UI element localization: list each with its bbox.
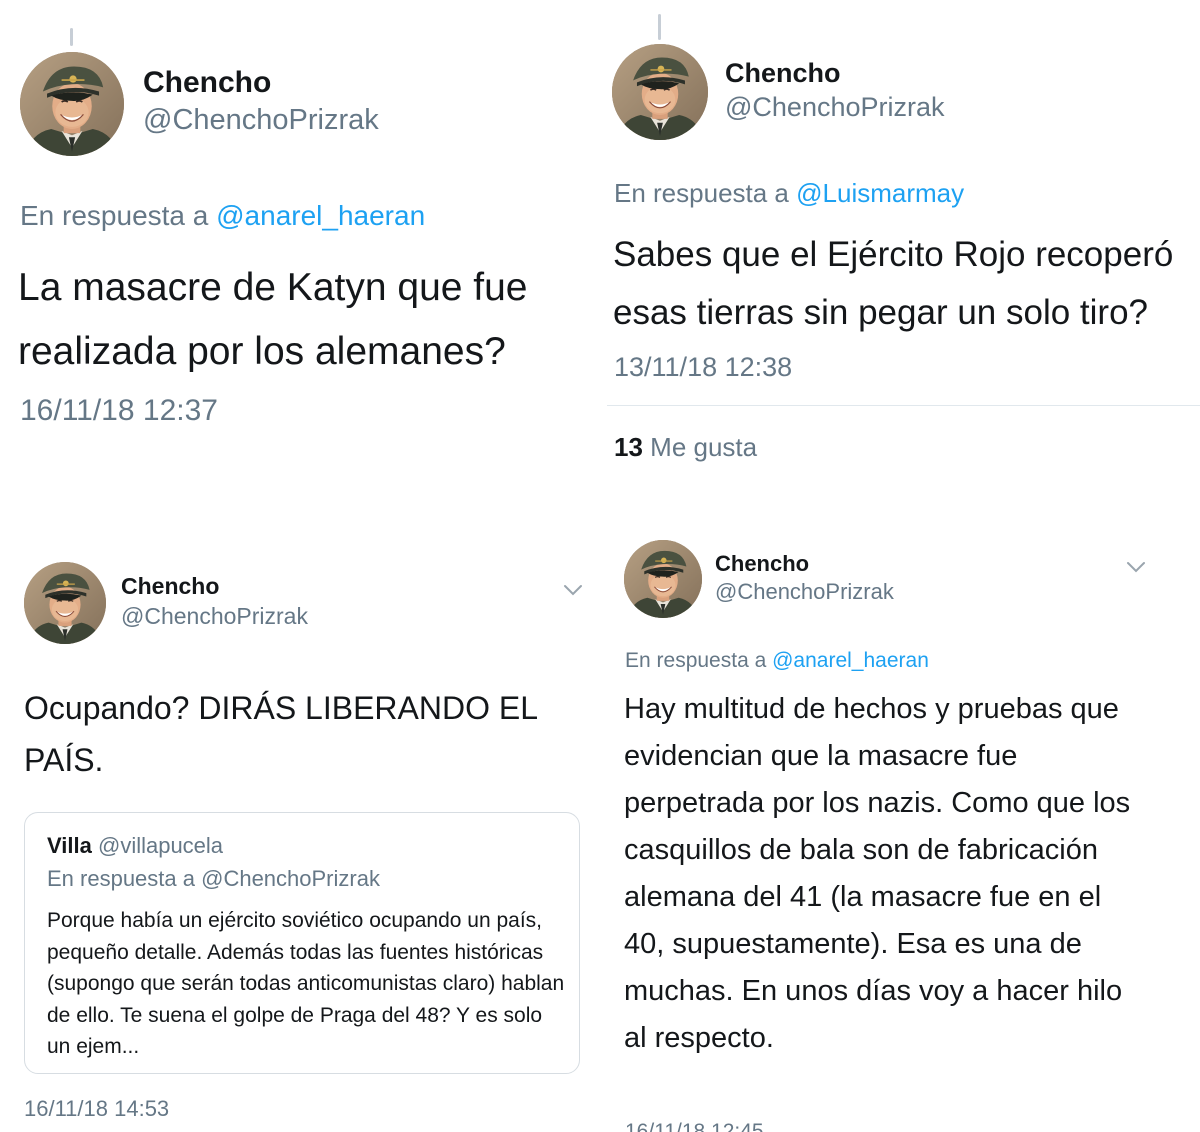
- reply-mention-link[interactable]: @Luismarmay: [796, 178, 964, 208]
- avatar[interactable]: [20, 52, 124, 156]
- author-name[interactable]: Chencho: [715, 551, 809, 577]
- quoted-reply-mention: @ChenchoPrizrak: [201, 866, 380, 891]
- tweet-panel-2: Chencho @ChenchoPrizrak En respuesta a @…: [600, 0, 1200, 500]
- thread-connector-line: [658, 14, 661, 40]
- reply-mention-link[interactable]: @anarel_haeran: [772, 649, 929, 672]
- author-handle[interactable]: @ChenchoPrizrak: [143, 104, 379, 137]
- chevron-down-icon[interactable]: [1125, 560, 1147, 574]
- avatar[interactable]: [24, 562, 106, 644]
- author-name[interactable]: Chencho: [143, 66, 271, 100]
- likes-stat[interactable]: 13 Me gusta: [614, 432, 757, 463]
- chevron-down-icon[interactable]: [562, 583, 584, 597]
- cosmonaut-portrait-avatar-icon: [624, 540, 702, 618]
- tweet-timestamp[interactable]: 16/11/18 14:53: [24, 1096, 169, 1122]
- tweet-text: La masacre de Katyn que fue realizada po…: [18, 266, 528, 373]
- reply-context: En respuesta a @anarel_haeran: [20, 200, 425, 232]
- tweet-timestamp[interactable]: 13/11/18 12:38: [614, 352, 792, 383]
- tweet-panel-3: Chencho @ChenchoPrizrak Ocupando? DIRÁS …: [0, 500, 600, 1132]
- tweet-panel-1: Chencho @ChenchoPrizrak En respuesta a @…: [0, 0, 600, 500]
- likes-count: 13: [614, 432, 643, 462]
- author-name[interactable]: Chencho: [725, 58, 841, 89]
- quoted-author: Villa @villapucela: [47, 833, 223, 859]
- author-handle[interactable]: @ChenchoPrizrak: [121, 603, 308, 630]
- tweet-text: Ocupando? DIRÁS LIBERANDO EL PAÍS.: [24, 690, 537, 778]
- cosmonaut-portrait-avatar-icon: [20, 52, 124, 156]
- author-handle[interactable]: @ChenchoPrizrak: [725, 92, 945, 123]
- cosmonaut-portrait-avatar-icon: [24, 562, 106, 644]
- author-name[interactable]: Chencho: [121, 573, 219, 600]
- tweet-text: Hay multitud de hechos y pruebas que evi…: [624, 693, 1131, 1054]
- reply-context: En respuesta a @Luismarmay: [614, 178, 964, 209]
- avatar[interactable]: [624, 540, 702, 618]
- quoted-reply-context: En respuesta a @ChenchoPrizrak: [47, 866, 380, 892]
- quoted-reply-prefix: En respuesta a: [47, 866, 195, 891]
- quoted-tweet-card[interactable]: Villa @villapucela En respuesta a @Chenc…: [24, 812, 580, 1074]
- thread-connector-line: [70, 28, 73, 46]
- divider: [607, 405, 1200, 406]
- likes-label: Me gusta: [650, 432, 758, 462]
- reply-mention-link[interactable]: @anarel_haeran: [216, 200, 425, 231]
- quoted-author-name[interactable]: Villa: [47, 833, 92, 858]
- avatar[interactable]: [612, 44, 708, 140]
- author-handle[interactable]: @ChenchoPrizrak: [715, 579, 894, 605]
- tweet-timestamp[interactable]: 16/11/18 12:45: [625, 1120, 764, 1132]
- tweet-text: Sabes que el Ejército Rojo recoperó esas…: [613, 235, 1174, 332]
- tweet-timestamp[interactable]: 16/11/18 12:37: [20, 394, 218, 428]
- reply-prefix: En respuesta a: [614, 178, 789, 208]
- reply-context: En respuesta a @anarel_haeran: [625, 649, 929, 673]
- quoted-author-handle[interactable]: @villapucela: [98, 833, 223, 858]
- reply-prefix: En respuesta a: [20, 200, 209, 231]
- cosmonaut-portrait-avatar-icon: [612, 44, 708, 140]
- reply-prefix: En respuesta a: [625, 649, 767, 672]
- quoted-tweet-text: Porque había un ejército soviético ocupa…: [47, 909, 565, 1058]
- tweet-panel-4: Chencho @ChenchoPrizrak En respuesta a @…: [600, 500, 1200, 1132]
